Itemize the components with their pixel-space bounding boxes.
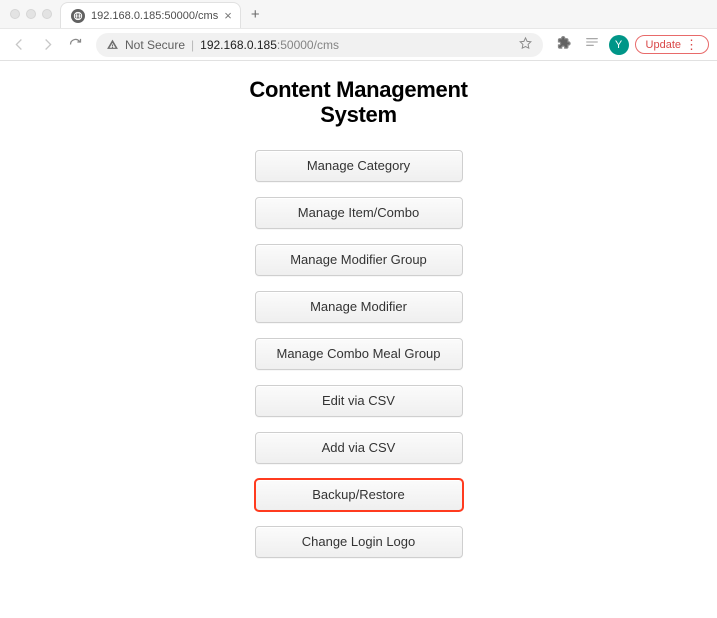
reading-list-button[interactable] (581, 34, 603, 56)
window-maximize-button[interactable] (42, 9, 52, 19)
menu-button-change-login-logo[interactable]: Change Login Logo (255, 526, 463, 558)
window-minimize-button[interactable] (26, 9, 36, 19)
address-divider: | (191, 38, 194, 52)
menu-button-manage-modifier-group[interactable]: Manage Modifier Group (255, 244, 463, 276)
menu-button-edit-via-csv[interactable]: Edit via CSV (255, 385, 463, 417)
menu-button-manage-modifier[interactable]: Manage Modifier (255, 291, 463, 323)
browser-tab[interactable]: 192.168.0.185:50000/cms × (60, 2, 241, 28)
url-text: 192.168.0.185:50000/cms (200, 38, 339, 52)
extensions-button[interactable] (553, 34, 575, 56)
menu-button-manage-category[interactable]: Manage Category (255, 150, 463, 182)
new-tab-button[interactable]: + (241, 6, 270, 23)
close-icon[interactable]: × (224, 9, 232, 22)
not-secure-label: Not Secure (125, 38, 185, 52)
address-bar[interactable]: Not Secure | 192.168.0.185:50000/cms (96, 33, 543, 57)
kebab-icon: ⋮ (685, 38, 698, 51)
globe-icon (71, 9, 85, 23)
menu-button-manage-combo-meal-group[interactable]: Manage Combo Meal Group (255, 338, 463, 370)
not-secure-icon (106, 38, 119, 51)
menu-button-backup-restore[interactable]: Backup/Restore (255, 479, 463, 511)
browser-chrome: 192.168.0.185:50000/cms × + Not Secure |… (0, 0, 717, 61)
page-content: Content Management System Manage Categor… (0, 61, 717, 558)
update-label: Update (646, 39, 681, 51)
window-controls (6, 9, 60, 19)
menu-button-manage-item-combo[interactable]: Manage Item/Combo (255, 197, 463, 229)
tab-bar: 192.168.0.185:50000/cms × + (0, 0, 717, 28)
page-title: Content Management System (249, 77, 467, 128)
window-close-button[interactable] (10, 9, 20, 19)
bookmark-icon[interactable] (518, 36, 533, 54)
menu-button-stack: Manage Category Manage Item/Combo Manage M… (255, 150, 463, 558)
nav-bar: Not Secure | 192.168.0.185:50000/cms Y U… (0, 28, 717, 60)
back-button[interactable] (8, 34, 30, 56)
menu-button-add-via-csv[interactable]: Add via CSV (255, 432, 463, 464)
tab-title: 192.168.0.185:50000/cms (91, 10, 218, 22)
reload-button[interactable] (64, 34, 86, 56)
profile-avatar[interactable]: Y (609, 35, 629, 55)
update-button[interactable]: Update ⋮ (635, 35, 709, 54)
forward-button[interactable] (36, 34, 58, 56)
